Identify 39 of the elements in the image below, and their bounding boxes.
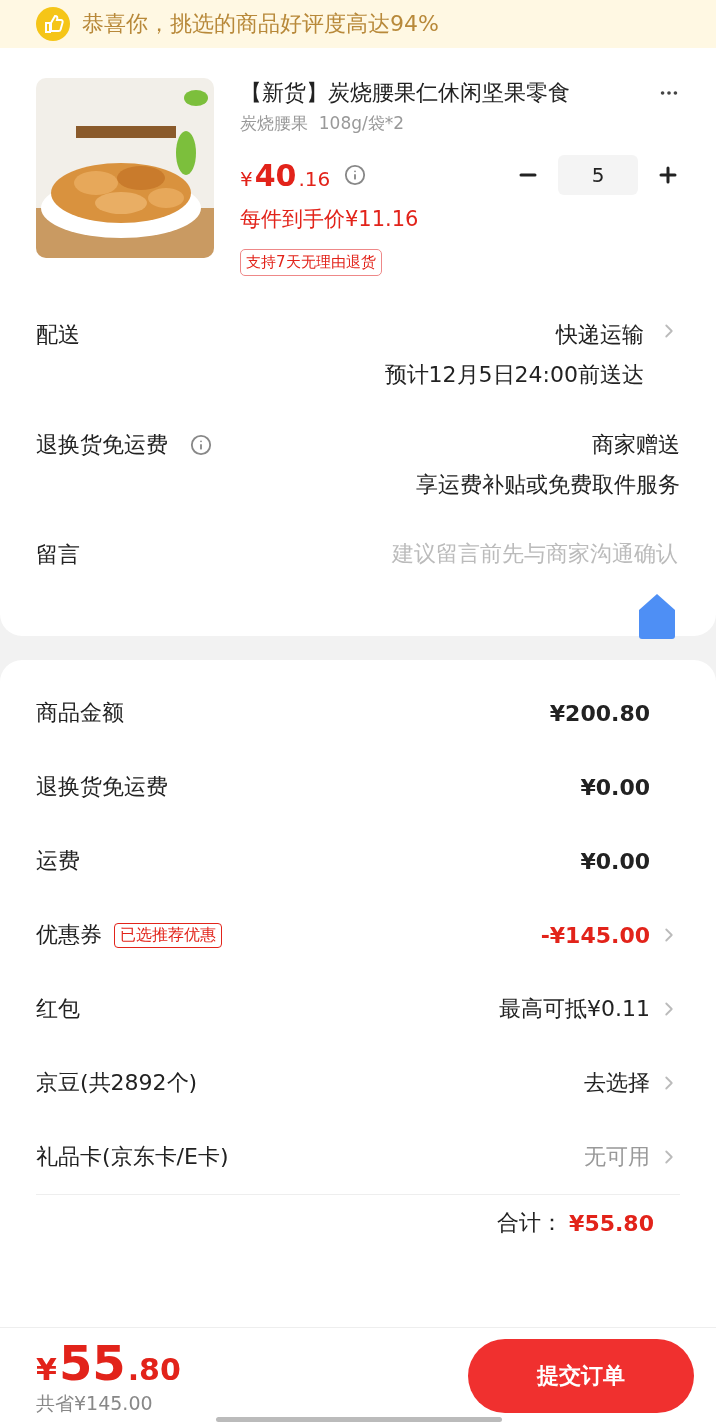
row-note: 享运费补贴或免费取件服务 <box>416 471 680 499</box>
return-policy-tag: 支持7天无理由退货 <box>240 249 382 276</box>
product-spec: 炭烧腰果 108g/袋*2 <box>240 112 406 135</box>
total-label: 合计： <box>497 1209 564 1237</box>
summary-label: 礼品卡(京东卡/E卡) <box>36 1143 229 1171</box>
summary-value: -¥145.00 <box>540 922 650 948</box>
thumbs-up-icon <box>36 7 70 41</box>
row-note: 预计12月5日24:00前送达 <box>384 361 644 389</box>
product-title: 【新货】炭烧腰果仁休闲坚果零食 <box>240 79 570 107</box>
summary-value: 去选择 <box>584 1069 650 1097</box>
home-icon[interactable] <box>638 592 676 640</box>
summary-value: ¥0.00 <box>580 774 650 800</box>
summary-value: 最高可抵¥0.11 <box>499 995 650 1023</box>
row-label: 留言 <box>36 541 80 569</box>
summary-label: 退换货免运费 <box>36 773 168 801</box>
row-label: 退换货免运费 <box>36 431 168 459</box>
quantity-field[interactable]: 5 <box>558 155 638 195</box>
summary-label: 京豆(共2892个) <box>36 1069 198 1097</box>
summary-value: 无可用 <box>584 1143 650 1171</box>
total-value: ¥55.80 <box>569 1210 654 1236</box>
product-price: ¥40.16 <box>240 157 331 193</box>
banner-text: 恭喜你，挑选的商品好评度高达94% <box>82 10 439 38</box>
summary-label: 商品金额 <box>36 699 124 727</box>
summary-label: 运费 <box>36 847 80 875</box>
summary-value: ¥0.00 <box>580 848 650 874</box>
message-field[interactable]: 建议留言前先与商家沟通确认 <box>316 540 680 567</box>
unit-price: 每件到手价¥11.16 <box>240 206 420 233</box>
coupon-tag: 已选推荐优惠 <box>114 922 222 948</box>
summary-label: 优惠券 <box>36 921 102 949</box>
summary-value: ¥200.80 <box>549 700 650 726</box>
summary-label: 红包 <box>36 995 80 1023</box>
submit-order-button[interactable]: 提交订单 <box>468 1339 694 1413</box>
row-value: 商家赠送 <box>592 431 680 459</box>
footer-price: ¥55.80 <box>36 1335 181 1391</box>
info-icon[interactable] <box>344 164 367 186</box>
row-label: 配送 <box>36 321 80 349</box>
info-icon[interactable] <box>190 434 212 456</box>
row-value: 快递运输 <box>556 321 644 349</box>
saved-amount: 共省¥145.00 <box>36 1391 154 1416</box>
